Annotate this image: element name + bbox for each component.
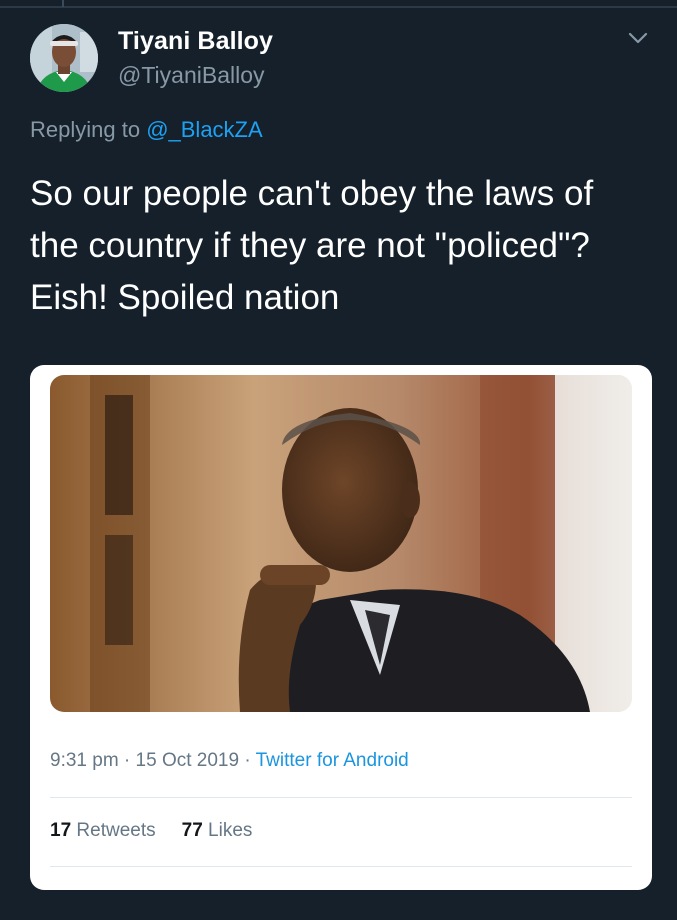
tweet-detail-card: 9:31 pm · 15 Oct 2019 · Twitter for Andr… — [30, 365, 652, 890]
tweet-meta: 9:31 pm · 15 Oct 2019 · Twitter for Andr… — [50, 750, 409, 772]
retweets-count: 17 — [50, 820, 72, 841]
display-name[interactable]: Tiyani Balloy — [118, 27, 273, 56]
tweet-stats: 17 Retweets 77 Likes — [50, 820, 252, 842]
likes-stat[interactable]: 77 Likes — [182, 820, 253, 841]
top-divider — [0, 6, 677, 8]
tweet-time[interactable]: 9:31 pm — [50, 750, 119, 771]
meta-separator: · — [118, 750, 136, 771]
avatar[interactable] — [30, 24, 98, 92]
thread-line — [62, 0, 64, 7]
tweet-text: So our people can't obey the laws of the… — [30, 174, 594, 317]
chevron-down-icon[interactable] — [626, 26, 650, 50]
retweets-stat[interactable]: 17 Retweets — [50, 820, 156, 841]
reply-prefix: Replying to — [30, 117, 147, 142]
tweet-source-link[interactable]: Twitter for Android — [256, 750, 409, 771]
divider — [50, 866, 632, 867]
reply-mention-link[interactable]: @_BlackZA — [146, 117, 262, 142]
tweet-date[interactable]: 15 Oct 2019 — [136, 750, 240, 771]
likes-count: 77 — [181, 820, 203, 841]
meta-separator: · — [239, 750, 256, 771]
avatar-image — [30, 24, 98, 92]
user-handle[interactable]: @TiyaniBalloy — [118, 62, 265, 89]
photo-image — [50, 375, 632, 712]
likes-label: Likes — [202, 820, 253, 841]
reply-context: Replying to @_BlackZA — [30, 117, 263, 143]
divider — [50, 797, 632, 798]
tweet-photo[interactable] — [50, 375, 632, 712]
retweets-label: Retweets — [71, 820, 156, 841]
